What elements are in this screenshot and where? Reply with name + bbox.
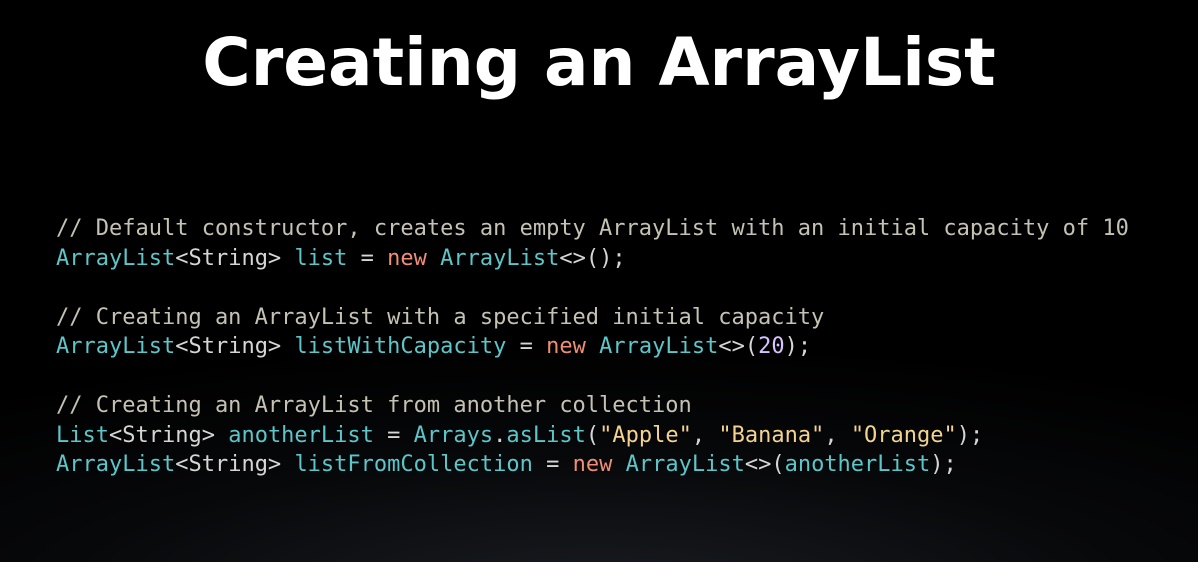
code-comment-line: // Creating an ArrayList from another co… (56, 391, 1129, 421)
code-token-type: ArrayList (599, 334, 719, 359)
code-token-ident: listWithCapacity (294, 334, 507, 359)
code-token-punct: , (824, 422, 851, 448)
code-token-punct: <>(); (559, 245, 626, 271)
code-token-ident: anotherList (228, 422, 374, 448)
code-token-type: ArrayList (625, 452, 745, 477)
code-token-str: "Orange" (850, 422, 957, 448)
code-token-kw: new (387, 245, 427, 271)
code-token-punct (586, 334, 599, 359)
code-token-punct: <String> (175, 452, 295, 477)
code-token-ident: anotherList (784, 452, 931, 477)
code-block: // Default constructor, creates an empty… (56, 214, 1129, 480)
code-comment-line: // Default constructor, creates an empty… (56, 214, 1129, 244)
code-token-type: Arrays (413, 422, 494, 448)
code-token-punct: ); (930, 452, 957, 477)
code-statement-line: ArrayList<String> list = new ArrayList<>… (56, 244, 1129, 274)
code-token-punct: <String> (175, 245, 295, 271)
slide-title: Creating an ArrayList (202, 24, 996, 101)
code-token-punct: , (691, 422, 719, 448)
code-token-punct: ); (956, 422, 984, 448)
code-token-comment: // Creating an ArrayList with a specifie… (56, 304, 825, 330)
code-token-str: "Apple" (599, 422, 692, 448)
code-token-ident: listFromCollection (294, 452, 533, 477)
code-token-comment: // Default constructor, creates an empty… (56, 216, 1129, 241)
code-token-punct: = (506, 334, 547, 359)
code-token-punct: . (493, 422, 507, 448)
code-statement-line: ArrayList<String> listFromCollection = n… (56, 450, 1129, 480)
code-token-punct: <String> (108, 422, 229, 448)
code-token-punct: = (373, 422, 414, 448)
code-token-punct: = (532, 452, 573, 477)
code-token-punct: <>( (718, 334, 759, 359)
code-comment-line: // Creating an ArrayList with a specifie… (56, 303, 1129, 333)
code-token-punct: <>( (744, 452, 785, 477)
code-token-num: 20 (758, 334, 785, 359)
code-statement-line: List<String> anotherList = Arrays.asList… (56, 421, 1129, 451)
code-token-comment: // Creating an ArrayList from another co… (56, 393, 692, 418)
code-token-kw: new (546, 334, 586, 359)
code-token-ident: list (294, 245, 348, 271)
slide: Creating an ArrayList // Default constru… (0, 0, 1198, 562)
code-token-type: List (56, 422, 109, 448)
code-token-type: ArrayList (440, 245, 560, 271)
code-token-type: ArrayList (56, 334, 176, 359)
code-statement-line: ArrayList<String> listWithCapacity = new… (56, 332, 1129, 362)
code-token-punct (612, 452, 625, 477)
code-token-punct: ( (585, 422, 600, 448)
code-token-punct (427, 246, 440, 271)
code-token-punct: = (347, 245, 388, 271)
code-token-ident: asList (506, 422, 586, 448)
code-token-type: ArrayList (56, 245, 176, 271)
code-token-punct: <String> (175, 334, 295, 359)
code-token-punct: ); (784, 334, 812, 359)
code-token-kw: new (572, 452, 613, 477)
code-token-type: ArrayList (56, 452, 176, 477)
code-token-str: "Banana" (718, 422, 825, 448)
